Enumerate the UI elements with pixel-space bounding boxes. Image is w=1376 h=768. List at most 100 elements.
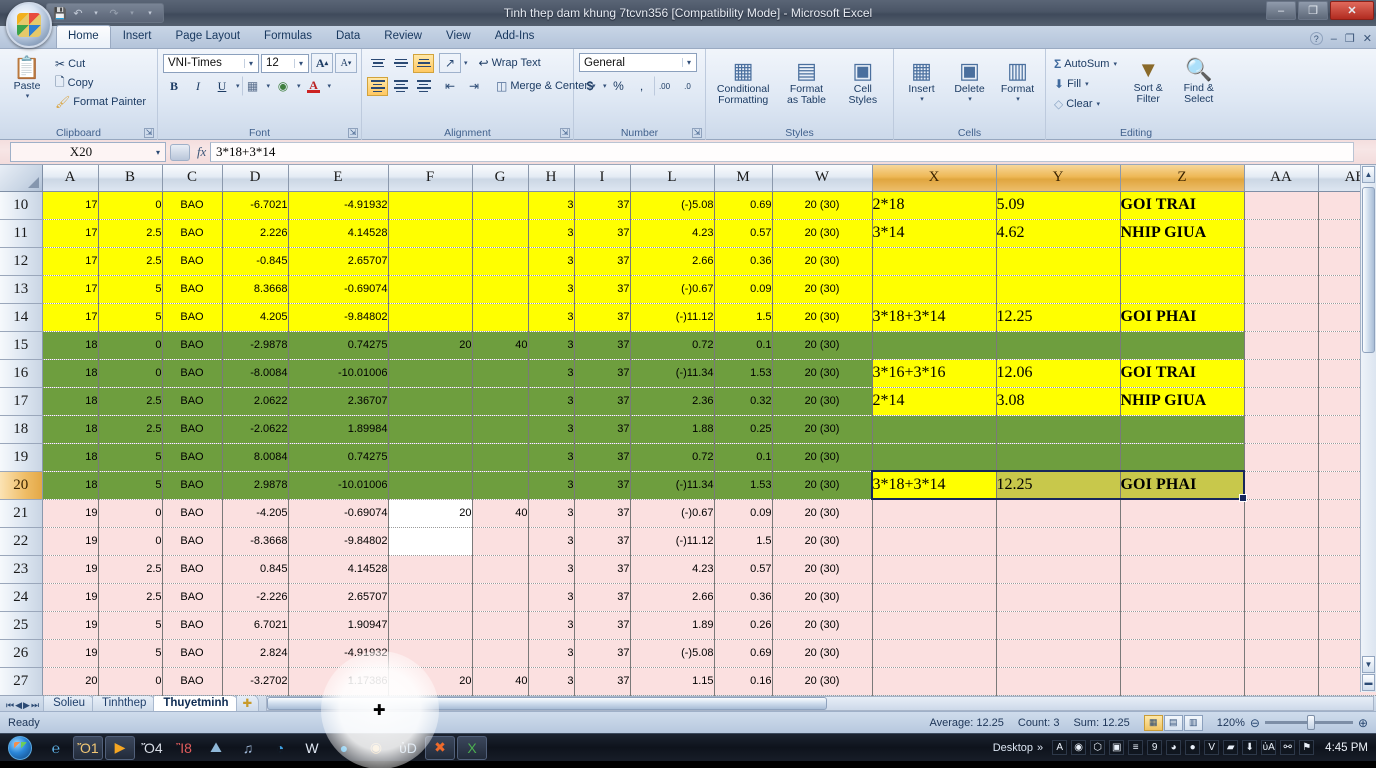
insert-cells-button[interactable]: ▦ Insert ▾ [899,56,944,103]
cell-B12[interactable]: 2.5 [98,247,163,276]
column-header-H[interactable]: H [528,165,575,192]
cell-G18[interactable] [472,415,529,444]
tray-action-center-icon[interactable]: ◉ [1071,740,1087,755]
conditional-formatting-button[interactable]: ▦ Conditional Formatting [712,56,774,106]
cell-X22[interactable] [872,527,997,556]
cell-B20[interactable]: 5 [98,471,163,500]
row-header-17[interactable]: 17 [0,387,43,416]
taskbar-chrome-icon[interactable]: ◉ [361,736,391,760]
cell-F13[interactable] [388,275,473,304]
cell-A26[interactable]: 19 [42,639,99,668]
cell-G10[interactable] [472,191,529,220]
sheet-nav-buttons[interactable]: ⏮ ◀ ▶ ⏭ [2,700,43,711]
cell-H27[interactable]: 3 [528,667,575,696]
sheet-tab-solieu[interactable]: Solieu [43,695,96,711]
cell-G15[interactable]: 40 [472,331,529,360]
cell-E13[interactable]: -0.69074 [288,275,389,304]
format-cells-button[interactable]: ▥ Format ▾ [995,56,1040,103]
cell-C19[interactable]: BAO [162,443,223,472]
number-dialog-launcher[interactable]: ⇲ [692,128,702,138]
cell-H17[interactable]: 3 [528,387,575,416]
font-size-combo[interactable]: 12 ▾ [261,53,309,73]
cell-AA16[interactable] [1244,359,1319,388]
format-dropdown-icon[interactable]: ▾ [1016,95,1020,103]
cell-L15[interactable]: 0.72 [630,331,715,360]
row-header-23[interactable]: 23 [0,555,43,584]
column-header-L[interactable]: L [630,165,715,192]
cell-Z13[interactable] [1120,275,1245,304]
align-center-button[interactable] [390,77,411,96]
cell-E22[interactable]: -9.84802 [288,527,389,556]
orientation-button[interactable]: ↗ [439,53,461,73]
cell-I27[interactable]: 37 [574,667,631,696]
cell-Y15[interactable] [996,331,1121,360]
cell-Y19[interactable] [996,443,1121,472]
help-icon[interactable]: ? [1309,32,1323,45]
undo-icon[interactable]: ↶ [70,5,86,21]
insert-dropdown-icon[interactable]: ▾ [920,95,924,103]
orientation-dropdown-icon[interactable]: ▾ [464,59,468,67]
cell-X20[interactable]: 3*18+3*14 [872,471,997,500]
cell-M24[interactable]: 0.36 [714,583,773,612]
cell-H11[interactable]: 3 [528,219,575,248]
cell-E23[interactable]: 4.14528 [288,555,389,584]
cell-F18[interactable] [388,415,473,444]
customize-qat-icon[interactable]: ▾ [142,5,158,21]
cell-W13[interactable]: 20 (30) [772,275,873,304]
cell-B13[interactable]: 5 [98,275,163,304]
row-header-10[interactable]: 10 [0,191,43,220]
fill-dropdown-icon[interactable]: ▾ [1085,80,1089,88]
cell-Z20[interactable]: GOI PHAI [1120,471,1245,500]
cell-AA27[interactable] [1244,667,1319,696]
column-header-D[interactable]: D [222,165,289,192]
cell-Z23[interactable] [1120,555,1245,584]
cell-H14[interactable]: 3 [528,303,575,332]
cell-D12[interactable]: -0.845 [222,247,289,276]
cell-F19[interactable] [388,443,473,472]
row-header-13[interactable]: 13 [0,275,43,304]
zoom-out-button[interactable]: ⊖ [1250,716,1260,730]
cell-Z25[interactable] [1120,611,1245,640]
font-name-dropdown-icon[interactable]: ▾ [244,58,257,68]
office-button[interactable] [6,2,54,50]
format-as-table-button[interactable]: ▤ Format as Table [779,56,833,106]
cell-G21[interactable]: 40 [472,499,529,528]
cell-X25[interactable] [872,611,997,640]
cell-Y20[interactable]: 12.25 [996,471,1121,500]
tray-flag-icon[interactable]: ⚑ [1299,740,1315,755]
cell-W19[interactable]: 20 (30) [772,443,873,472]
cell-Z15[interactable] [1120,331,1245,360]
cell-C15[interactable]: BAO [162,331,223,360]
cell-L18[interactable]: 1.88 [630,415,715,444]
ribbon-tab-review[interactable]: Review [372,25,434,48]
cell-F25[interactable] [388,611,473,640]
cell-L23[interactable]: 4.23 [630,555,715,584]
cell-M27[interactable]: 0.16 [714,667,773,696]
cell-A25[interactable]: 19 [42,611,99,640]
cell-F23[interactable] [388,555,473,584]
cell-A16[interactable]: 18 [42,359,99,388]
cell-A22[interactable]: 19 [42,527,99,556]
tray-download-icon[interactable]: ⬇ [1242,740,1258,755]
cell-B18[interactable]: 2.5 [98,415,163,444]
cell-C25[interactable]: BAO [162,611,223,640]
cell-Y26[interactable] [996,639,1121,668]
cell-H26[interactable]: 3 [528,639,575,668]
cell-G16[interactable] [472,359,529,388]
cell-G25[interactable] [472,611,529,640]
tray-antivirus-icon[interactable]: ◕ [1166,740,1182,755]
close-workbook-icon[interactable]: ✕ [1363,32,1372,45]
restore-button[interactable]: ❐ [1298,1,1328,20]
taskbar-internet-explorer-icon[interactable]: ℮ [41,736,71,760]
cell-E10[interactable]: -4.91932 [288,191,389,220]
cell-Y21[interactable] [996,499,1121,528]
cell-X10[interactable]: 2*18 [872,191,997,220]
column-header-B[interactable]: B [98,165,163,192]
cell-A14[interactable]: 17 [42,303,99,332]
cell-E27[interactable]: 1.17386 [288,667,389,696]
cell-F16[interactable] [388,359,473,388]
undo-dropdown-icon[interactable]: ▾ [88,5,104,21]
decrease-indent-button[interactable]: ⇤ [439,76,461,96]
cell-AA22[interactable] [1244,527,1319,556]
cell-M18[interactable]: 0.25 [714,415,773,444]
